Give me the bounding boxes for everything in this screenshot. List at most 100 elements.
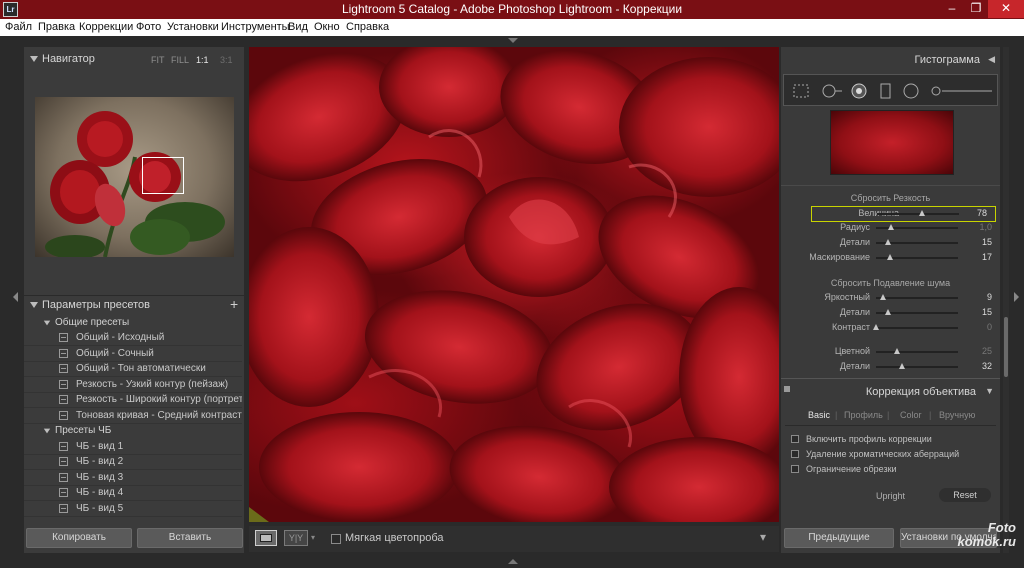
slider-value[interactable]: 15 (982, 307, 992, 317)
histogram-header[interactable]: Гистограмма ◀ (781, 51, 1000, 71)
zoom-1-1-option[interactable]: 1:1 (196, 55, 209, 65)
slider-row[interactable]: Детали 15 (781, 306, 1000, 320)
red-eye-tool-icon[interactable] (850, 83, 868, 99)
slider-track[interactable] (876, 366, 958, 368)
slider-track[interactable] (876, 327, 958, 329)
slider-row[interactable]: Детали 15 (781, 236, 1000, 250)
close-button[interactable]: ✕ (988, 0, 1024, 18)
slider-row[interactable]: Радиус 1,0 (781, 221, 1000, 235)
menu-file[interactable]: Файл (5, 21, 32, 33)
slider-value[interactable]: 0 (987, 322, 992, 332)
sharpening-reset-label[interactable]: Сбросить Резкость (781, 193, 1000, 203)
navigator-header[interactable]: Навигатор FIT FILL 1:1 3:1 (24, 51, 244, 71)
presets-header[interactable]: Параметры пресетов + (24, 295, 244, 315)
slider-track[interactable] (876, 297, 958, 299)
preset-item[interactable]: ЧБ - вид 4 (24, 486, 242, 501)
menu-tools[interactable]: Инструменты (221, 21, 290, 33)
menu-view[interactable]: Вид (288, 21, 308, 33)
preset-item[interactable]: Резкость - Широкий контур (портрет) (24, 393, 242, 408)
maximize-button[interactable]: ❐ (964, 0, 988, 18)
remove-ca-checkbox[interactable] (791, 450, 799, 458)
noise-reset-label[interactable]: Сбросить Подавление шума (781, 278, 1000, 288)
menu-help[interactable]: Справка (346, 21, 389, 33)
slider-value[interactable]: 25 (982, 346, 992, 356)
slider-value[interactable]: 17 (982, 252, 992, 262)
menu-photo[interactable]: Фото (136, 21, 161, 33)
slider-value[interactable]: 9 (987, 292, 992, 302)
tab-manual[interactable]: Вручную (939, 410, 975, 420)
folder-expand-icon[interactable] (43, 428, 51, 434)
slider-value[interactable]: 78 (977, 208, 987, 218)
navigator-zoom-rectangle[interactable] (142, 157, 184, 194)
collapse-down-icon[interactable]: ▼ (985, 386, 994, 396)
slider-thumb[interactable] (880, 294, 887, 300)
menu-settings[interactable]: Установки (167, 21, 219, 33)
folder-expand-icon[interactable] (43, 320, 51, 326)
main-photo-view[interactable] (249, 47, 779, 522)
slider-thumb[interactable] (886, 254, 893, 260)
slider-value[interactable]: 1,0 (979, 222, 992, 232)
slider-value[interactable]: 15 (982, 237, 992, 247)
preset-item[interactable]: Резкость - Узкий контур (пейзаж) (24, 378, 242, 393)
previous-button[interactable]: Предыдущие (784, 528, 894, 548)
right-panel-scrollbar[interactable] (1003, 47, 1009, 553)
toolbar-menu-icon[interactable]: ▾ (760, 530, 766, 544)
menu-window[interactable]: Окно (314, 21, 340, 33)
collapse-triangle-icon[interactable] (30, 56, 38, 62)
top-panel-toggle-icon[interactable] (508, 38, 518, 43)
paste-button[interactable]: Вставить (137, 528, 243, 548)
slider-row[interactable]: Контраст 0 (781, 321, 1000, 335)
slider-thumb[interactable] (873, 324, 879, 330)
preset-item[interactable]: Общий - Исходный (24, 331, 242, 346)
loupe-view-button[interactable] (255, 530, 277, 546)
slider-row[interactable]: Величина78 (811, 206, 996, 222)
lens-correction-header[interactable]: Коррекция объектива ▼ (781, 384, 1000, 400)
preset-item[interactable]: ЧБ - вид 3 (24, 471, 242, 486)
copy-button[interactable]: Копировать (26, 528, 132, 548)
graduated-filter-tool-icon[interactable] (878, 83, 894, 99)
menu-edit[interactable]: Правка (38, 21, 75, 33)
enable-profile-checkbox[interactable] (791, 435, 799, 443)
tab-profile[interactable]: Профиль (844, 410, 883, 420)
collapse-triangle-icon[interactable] (30, 302, 38, 308)
spot-removal-tool-icon[interactable] (820, 83, 844, 99)
slider-row[interactable]: Яркостный 9 (781, 291, 1000, 305)
left-panel-toggle-icon[interactable] (13, 292, 18, 302)
crop-tool-icon[interactable] (792, 83, 810, 99)
minimize-button[interactable]: – (940, 0, 964, 18)
slider-thumb[interactable] (893, 348, 900, 354)
slider-row[interactable]: Детали 32 (781, 360, 1000, 374)
preset-item[interactable]: ЧБ - вид 5 (24, 502, 242, 517)
preset-item[interactable]: Тоновая кривая - Средний контраст (24, 409, 242, 424)
right-panel-toggle-icon[interactable] (1014, 292, 1019, 302)
zoom-fill-option[interactable]: FILL (171, 55, 189, 65)
slider-thumb[interactable] (919, 210, 926, 216)
add-preset-icon[interactable]: + (230, 296, 238, 312)
slider-value[interactable]: 32 (982, 361, 992, 371)
slider-thumb[interactable] (887, 224, 894, 230)
bottom-panel-toggle-icon[interactable] (508, 559, 518, 564)
adjustment-brush-tool-icon[interactable] (930, 83, 994, 99)
soft-proofing-checkbox[interactable] (331, 534, 341, 544)
scrollbar-thumb[interactable] (1004, 317, 1008, 377)
panel-switch-icon[interactable] (784, 386, 790, 392)
menu-develop[interactable]: Коррекции (79, 21, 133, 33)
radial-filter-tool-icon[interactable] (902, 83, 920, 99)
tab-basic[interactable]: Basic (808, 410, 830, 420)
slider-row[interactable]: Маскирование 17 (781, 251, 1000, 265)
before-after-dropdown-icon[interactable]: ▾ (311, 533, 315, 542)
constrain-crop-checkbox[interactable] (791, 465, 799, 473)
slider-track[interactable] (876, 351, 958, 353)
preset-folder[interactable]: Пресеты ЧБ (24, 424, 242, 439)
zoom-3-1-option[interactable]: 3:1 (220, 55, 233, 65)
slider-thumb[interactable] (899, 363, 906, 369)
preset-item[interactable]: Общий - Тон автоматически (24, 362, 242, 377)
preset-item[interactable]: Общий - Сочный (24, 347, 242, 362)
navigator-preview[interactable] (35, 97, 234, 257)
before-after-button[interactable]: Y|Y (284, 530, 308, 546)
upright-reset-button[interactable]: Reset (939, 488, 991, 502)
slider-thumb[interactable] (885, 239, 892, 245)
tab-color[interactable]: Color (900, 410, 922, 420)
detail-zoom-preview[interactable] (830, 110, 954, 175)
zoom-fit-option[interactable]: FIT (151, 55, 165, 65)
